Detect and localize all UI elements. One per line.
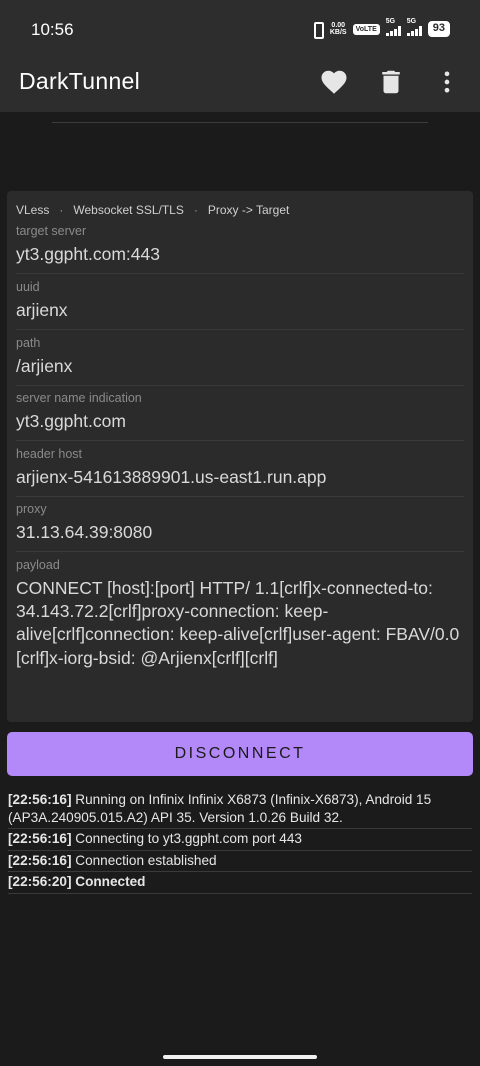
config-card[interactable]: VLess · Websocket SSL/TLS · Proxy -> Target … bbox=[7, 191, 473, 722]
header-host-field: header host arjienx-541613889901.us-east… bbox=[16, 447, 464, 497]
field-label: proxy bbox=[16, 502, 47, 516]
net-speed-value: 0.00 bbox=[331, 22, 346, 29]
log-message: Connecting to yt3.ggpht.com port 443 bbox=[75, 831, 302, 847]
path-field: path /arjienx bbox=[16, 336, 464, 386]
field-value: yt3.ggpht.com:443 bbox=[16, 244, 160, 264]
log-timestamp: [22:56:16] bbox=[8, 831, 72, 847]
field-label: payload bbox=[16, 558, 60, 572]
log-entry: [22:56:20] Connected bbox=[8, 872, 472, 894]
log-message: Running on Infinix Infinix X6873 (Infini… bbox=[8, 792, 432, 825]
log-message: Connected bbox=[75, 874, 146, 890]
target-server-field: target server yt3.ggpht.com:443 bbox=[16, 224, 464, 274]
log-timestamp: [22:56:20] bbox=[8, 874, 72, 890]
separator-dot: · bbox=[193, 203, 198, 217]
more-vert-icon bbox=[444, 71, 450, 93]
field-label: header host bbox=[16, 447, 83, 461]
more-options-button[interactable] bbox=[433, 67, 461, 97]
mode-label: Proxy -> Target bbox=[207, 203, 290, 217]
volte-icon: VoLTE bbox=[352, 23, 380, 35]
transport-label: Websocket SSL/TLS bbox=[73, 203, 184, 217]
trash-icon bbox=[382, 70, 400, 94]
protocol-label: VLess bbox=[16, 203, 50, 217]
status-icons: 0.00 KB/S VoLTE 5G 5G 93 bbox=[310, 18, 450, 39]
connection-log: [22:56:16] Running on Infinix Infinix X6… bbox=[8, 790, 472, 894]
log-entry: [22:56:16] Connection established bbox=[8, 851, 472, 873]
net-speed-unit: KB/S bbox=[329, 29, 347, 36]
field-label: uuid bbox=[16, 280, 40, 294]
log-entry: [22:56:16] Connecting to yt3.ggpht.com p… bbox=[8, 829, 472, 851]
vibrate-icon bbox=[310, 21, 324, 39]
field-value: CONNECT [host]:[port] HTTP/ 1.1[crlf]x-c… bbox=[16, 578, 460, 668]
sim1-network-label: 5G bbox=[385, 18, 396, 25]
heart-icon bbox=[321, 70, 347, 94]
field-value: 31.13.64.39:8080 bbox=[16, 522, 153, 542]
uuid-field: uuid arjienx bbox=[16, 280, 464, 330]
home-indicator[interactable] bbox=[163, 1055, 317, 1059]
signal-icon-sim1: 5G bbox=[385, 18, 401, 36]
status-bar: 10:56 0.00 KB/S VoLTE 5G 5G 93 bbox=[0, 0, 480, 56]
sni-field: server name indication yt3.ggpht.com bbox=[16, 391, 464, 441]
proxy-field: proxy 31.13.64.39:8080 bbox=[16, 502, 464, 552]
signal-icon-sim2: 5G bbox=[406, 18, 422, 36]
field-value: arjienx-541613889901.us-east1.run.app bbox=[16, 467, 327, 487]
favorite-button[interactable] bbox=[319, 67, 349, 97]
status-time: 10:56 bbox=[31, 20, 74, 39]
disconnect-button[interactable]: DISCONNECT bbox=[7, 732, 473, 776]
battery-icon: 93 bbox=[427, 21, 450, 37]
log-message: Connection established bbox=[75, 852, 217, 868]
field-value: yt3.ggpht.com bbox=[16, 411, 126, 431]
config-summary: VLess · Websocket SSL/TLS · Proxy -> Target bbox=[16, 203, 289, 217]
payload-field: payload CONNECT [host]:[port] HTTP/ 1.1[… bbox=[16, 558, 464, 716]
delete-button[interactable] bbox=[376, 67, 406, 97]
app-title: DarkTunnel bbox=[19, 68, 141, 94]
log-entry: [22:56:16] Running on Infinix Infinix X6… bbox=[8, 790, 472, 830]
field-value: arjienx bbox=[16, 300, 68, 320]
field-label: path bbox=[16, 336, 41, 350]
divider bbox=[52, 122, 428, 123]
field-label: server name indication bbox=[16, 391, 142, 405]
log-timestamp: [22:56:16] bbox=[8, 852, 72, 868]
separator-dot: · bbox=[59, 203, 64, 217]
field-value: /arjienx bbox=[16, 356, 73, 376]
log-timestamp: [22:56:16] bbox=[8, 792, 72, 807]
app-bar: DarkTunnel bbox=[0, 56, 480, 112]
sim2-network-label: 5G bbox=[406, 18, 417, 25]
field-label: target server bbox=[16, 224, 87, 238]
net-speed: 0.00 KB/S bbox=[330, 22, 347, 36]
